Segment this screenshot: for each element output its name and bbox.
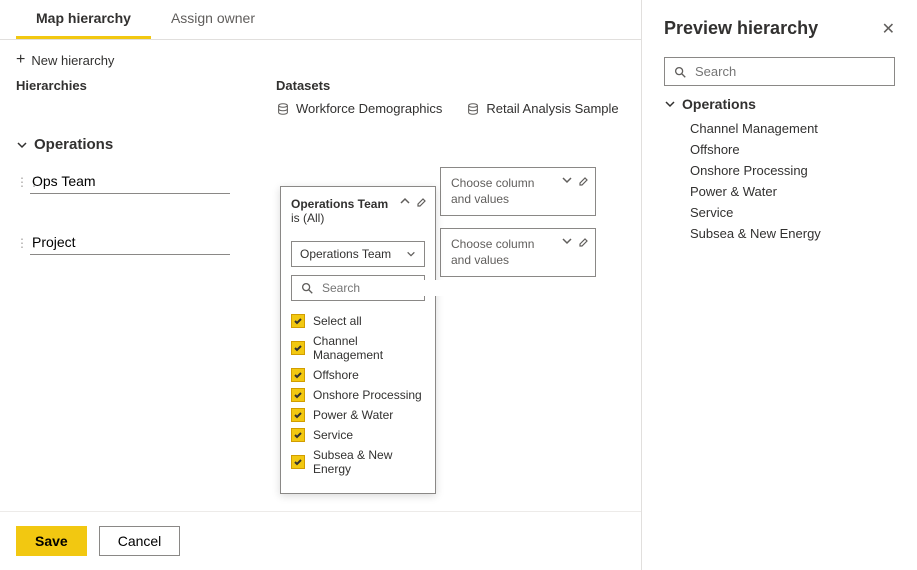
preview-search-input[interactable] <box>693 63 886 80</box>
hierarchy-toggle[interactable]: Operations <box>16 136 625 153</box>
choose-column-box[interactable]: Choose column and values <box>440 228 596 277</box>
checkbox-icon <box>291 455 305 469</box>
dataset-label: Workforce Demographics <box>296 101 442 116</box>
filter-option[interactable]: Subsea & New Energy <box>291 445 425 479</box>
tree-item[interactable]: Subsea & New Energy <box>664 223 895 244</box>
filter-option[interactable]: Channel Management <box>291 331 425 365</box>
tab-map-hierarchy[interactable]: Map hierarchy <box>16 0 151 39</box>
chevron-down-icon <box>16 139 28 151</box>
drag-handle-icon[interactable]: ⋮⋮ <box>16 167 30 189</box>
dataset-icon <box>276 102 290 116</box>
choose-line2: and values <box>451 192 509 206</box>
cancel-button[interactable]: Cancel <box>99 526 181 556</box>
checkbox-icon <box>291 368 305 382</box>
checkbox-icon <box>291 341 305 355</box>
datasets-header: Datasets <box>276 78 330 93</box>
footer: Save Cancel <box>0 511 641 570</box>
search-icon <box>673 65 687 79</box>
eraser-icon[interactable] <box>577 174 589 186</box>
hierarchy-name: Operations <box>34 136 113 153</box>
dataset-label: Retail Analysis Sample <box>486 101 618 116</box>
datasets-row: Workforce Demographics Retail Analysis S… <box>0 101 641 116</box>
tabs: Map hierarchy Assign owner <box>0 0 641 40</box>
choose-line2: and values <box>451 253 509 267</box>
filter-options-list: Select all Channel Management Offshore O… <box>281 305 435 493</box>
tree-item[interactable]: Power & Water <box>664 181 895 202</box>
filter-select-value: Operations Team <box>300 247 391 261</box>
column-headers: Hierarchies Datasets <box>0 74 641 101</box>
checkbox-icon <box>291 408 305 422</box>
tree-root-toggle[interactable]: Operations <box>664 96 895 112</box>
tree-items: Channel Management Offshore Onshore Proc… <box>664 118 895 244</box>
filter-option[interactable]: Power & Water <box>291 405 425 425</box>
checkbox-icon <box>291 388 305 402</box>
tree-item[interactable]: Offshore <box>664 139 895 160</box>
field-input[interactable] <box>30 228 230 255</box>
dataset-item[interactable]: Retail Analysis Sample <box>466 101 618 116</box>
filter-column-select[interactable]: Operations Team <box>291 241 425 267</box>
field-input[interactable] <box>30 167 230 194</box>
dataset-icon <box>466 102 480 116</box>
new-hierarchy-label: New hierarchy <box>31 53 114 68</box>
filter-option[interactable]: Service <box>291 425 425 445</box>
preview-title: Preview hierarchy <box>664 18 818 39</box>
chevron-down-icon <box>406 249 416 259</box>
chevron-up-icon[interactable] <box>399 195 411 207</box>
plus-icon: + <box>16 52 25 68</box>
hierarchies-header: Hierarchies <box>16 78 276 93</box>
eraser-icon[interactable] <box>415 195 427 207</box>
tree-root-label: Operations <box>682 96 756 112</box>
filter-search-input[interactable] <box>320 280 479 296</box>
filter-option[interactable]: Select all <box>291 311 425 331</box>
filter-panel: Operations Team is (All) Operations Team… <box>280 186 436 494</box>
checkbox-icon <box>291 428 305 442</box>
preview-search[interactable] <box>664 57 895 86</box>
chevron-down-icon[interactable] <box>561 174 573 186</box>
filter-option[interactable]: Onshore Processing <box>291 385 425 405</box>
eraser-icon[interactable] <box>577 235 589 247</box>
filter-title-row: Operations Team is (All) <box>281 187 435 233</box>
checkbox-icon <box>291 314 305 328</box>
choose-line1: Choose column <box>451 176 534 190</box>
dataset-item[interactable]: Workforce Demographics <box>276 101 442 116</box>
tree-item[interactable]: Channel Management <box>664 118 895 139</box>
drag-handle-icon[interactable]: ⋮⋮ <box>16 228 30 250</box>
tree-item[interactable]: Service <box>664 202 895 223</box>
tree-item[interactable]: Onshore Processing <box>664 160 895 181</box>
filter-search[interactable] <box>291 275 425 301</box>
chevron-down-icon <box>664 98 676 110</box>
filter-title: Operations Team <box>291 197 388 211</box>
new-hierarchy-button[interactable]: + New hierarchy <box>16 52 114 68</box>
choose-column-box[interactable]: Choose column and values <box>440 167 596 216</box>
filter-option[interactable]: Offshore <box>291 365 425 385</box>
chevron-down-icon[interactable] <box>561 235 573 247</box>
filter-subtitle: is (All) <box>291 211 324 225</box>
close-icon[interactable]: ✕ <box>882 19 895 39</box>
preview-panel: Preview hierarchy ✕ Operations Channel M… <box>642 0 917 570</box>
tab-assign-owner[interactable]: Assign owner <box>151 0 275 39</box>
search-icon <box>300 281 314 295</box>
save-button[interactable]: Save <box>16 526 87 556</box>
choose-line1: Choose column <box>451 237 534 251</box>
